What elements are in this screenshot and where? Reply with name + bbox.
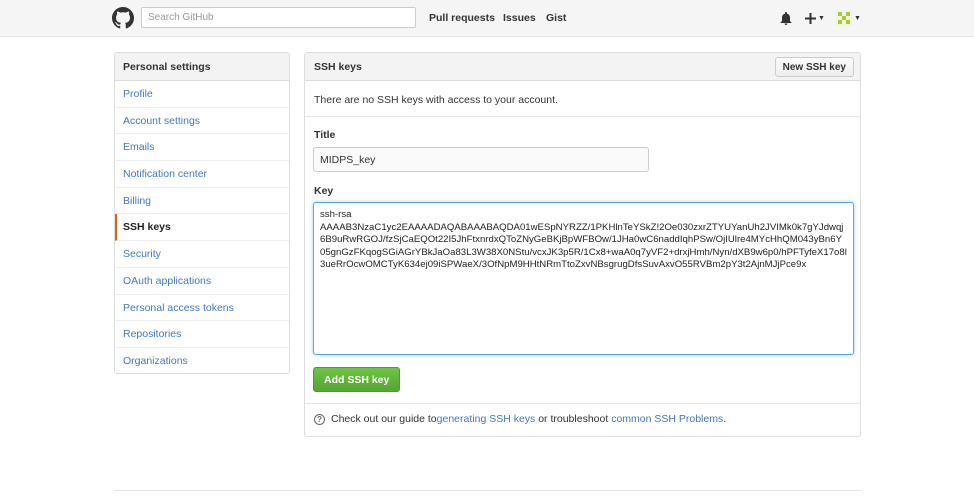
notifications-button[interactable] bbox=[780, 9, 792, 27]
divider bbox=[305, 403, 860, 404]
help-text: ? Check out our guide to generating SSH … bbox=[314, 413, 726, 425]
sidebar-item-account-settings[interactable]: Account settings bbox=[115, 108, 289, 135]
create-new-button[interactable]: ▼ bbox=[805, 9, 825, 27]
title-input[interactable] bbox=[313, 147, 649, 172]
divider bbox=[305, 116, 860, 117]
sidebar-item-personal-access-tokens[interactable]: Personal access tokens bbox=[115, 295, 289, 322]
plus-icon bbox=[805, 12, 816, 24]
ssh-keys-panel: SSH keys New SSH key There are no SSH ke… bbox=[304, 52, 861, 437]
key-textarea[interactable]: ssh-rsa AAAAB3NzaC1yc2EAAAADAQABAAABAQDA… bbox=[313, 202, 854, 355]
sidebar-item-profile[interactable]: Profile bbox=[115, 81, 289, 108]
help-middle: or troubleshoot bbox=[535, 413, 612, 425]
help-suffix: . bbox=[723, 413, 727, 425]
sidebar-item-emails[interactable]: Emails bbox=[115, 134, 289, 162]
bell-icon bbox=[780, 11, 792, 25]
sidebar-title: Personal settings bbox=[115, 53, 289, 81]
sidebar-item-notification-center[interactable]: Notification center bbox=[115, 161, 289, 188]
sidebar-item-ssh-keys[interactable]: SSH keys bbox=[115, 214, 289, 242]
chevron-down-icon: ▼ bbox=[854, 14, 861, 22]
help-prefix: Check out our guide to bbox=[331, 413, 437, 425]
common-ssh-problems-link[interactable]: common SSH Problems bbox=[611, 413, 723, 425]
nav-issues[interactable]: Issues bbox=[503, 12, 536, 24]
key-label: Key bbox=[314, 185, 334, 197]
title-label: Title bbox=[314, 129, 336, 141]
footer-divider bbox=[114, 490, 861, 491]
add-ssh-key-button[interactable]: Add SSH key bbox=[313, 367, 401, 392]
sidebar-item-oauth-applications[interactable]: OAuth applications bbox=[115, 268, 289, 295]
sidebar-item-security[interactable]: Security bbox=[115, 241, 289, 268]
chevron-down-icon: ▼ bbox=[818, 14, 825, 22]
sidebar-item-organizations[interactable]: Organizations bbox=[115, 348, 289, 373]
settings-sidebar: Personal settings Profile Account settin… bbox=[114, 52, 290, 374]
github-logo-icon[interactable] bbox=[112, 7, 134, 29]
panel-header: SSH keys New SSH key bbox=[305, 53, 860, 81]
empty-state-message: There are no SSH keys with access to you… bbox=[314, 94, 558, 106]
new-ssh-key-button[interactable]: New SSH key bbox=[774, 57, 854, 77]
nav-pull-requests[interactable]: Pull requests bbox=[429, 12, 495, 24]
generating-ssh-keys-link[interactable]: generating SSH keys bbox=[437, 413, 536, 425]
sidebar-item-repositories[interactable]: Repositories bbox=[115, 321, 289, 348]
nav-gist[interactable]: Gist bbox=[546, 12, 566, 24]
avatar bbox=[836, 10, 852, 26]
search-input[interactable] bbox=[141, 7, 416, 28]
user-menu-button[interactable]: ▼ bbox=[836, 9, 861, 27]
question-icon: ? bbox=[314, 413, 325, 425]
top-header: Pull requests Issues Gist ▼ ▼ bbox=[0, 0, 974, 37]
sidebar-item-billing[interactable]: Billing bbox=[115, 188, 289, 215]
page-title: SSH keys bbox=[314, 61, 362, 73]
